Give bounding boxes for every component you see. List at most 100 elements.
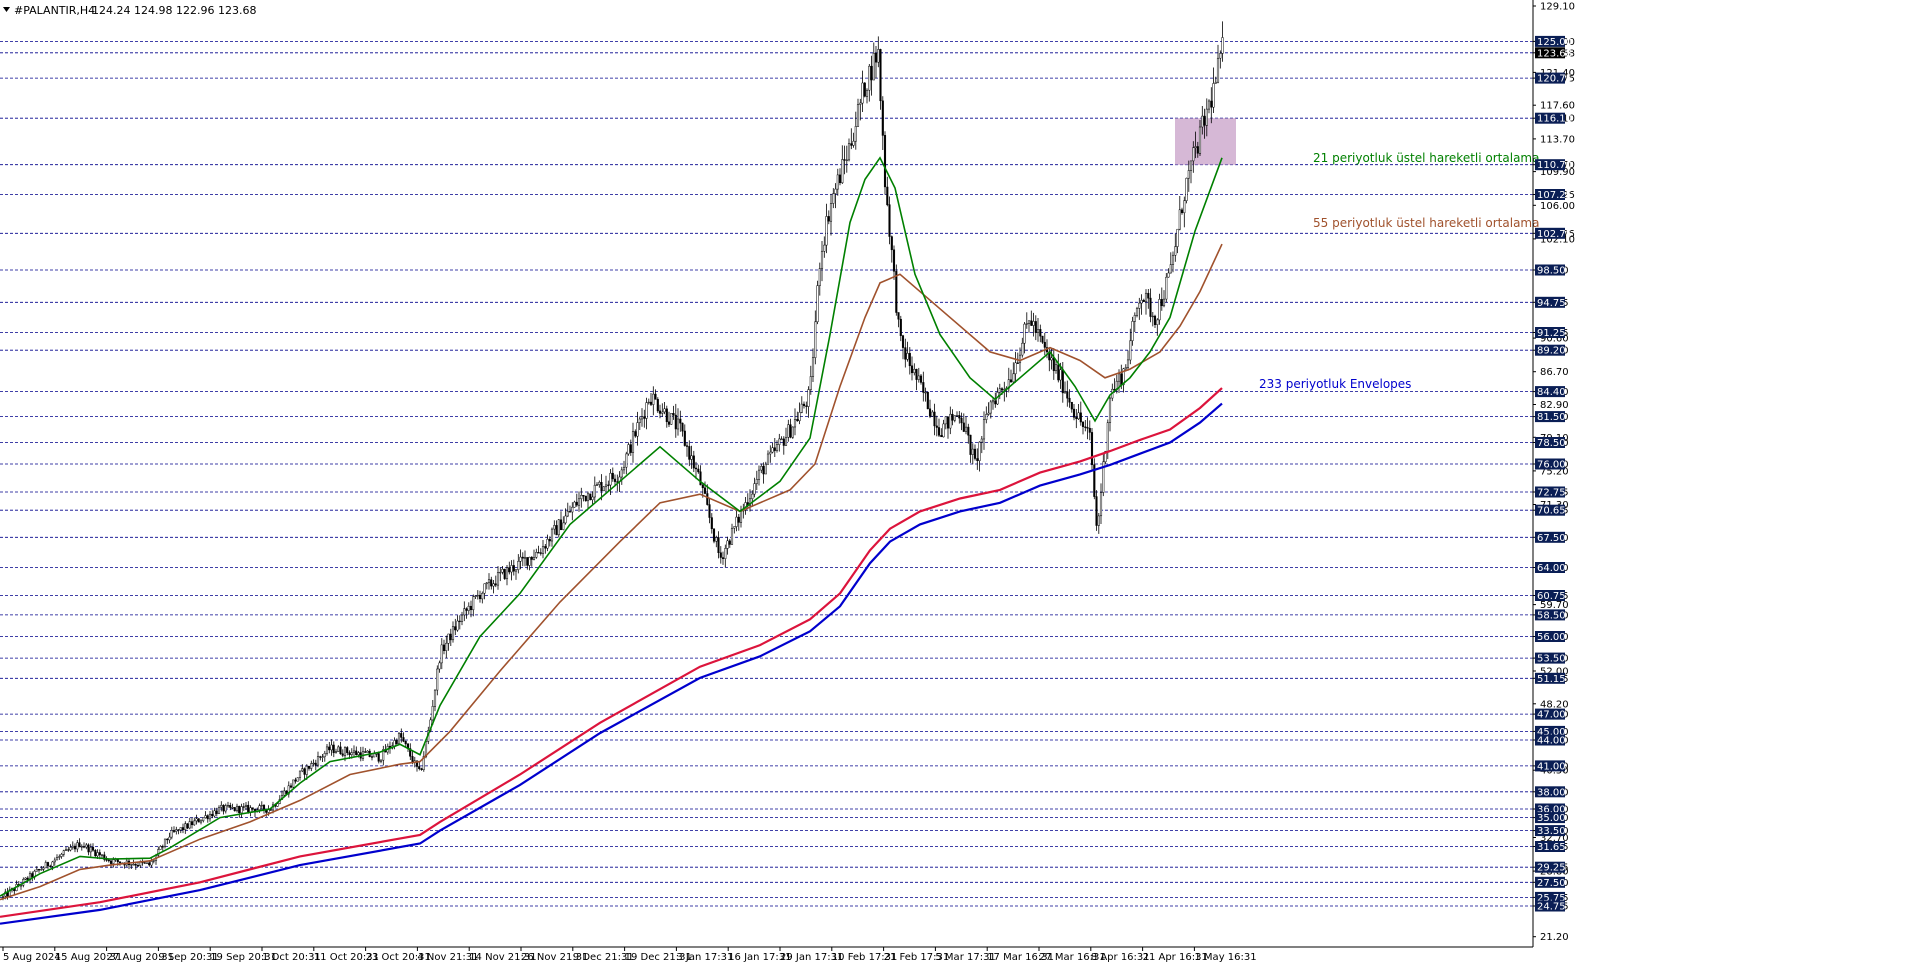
candle-body: [159, 846, 162, 850]
candle-body: [105, 859, 108, 861]
candle-body: [663, 408, 666, 413]
y-tick-label: 106.00: [1540, 201, 1575, 212]
candle-body: [645, 402, 648, 419]
level-label: 53.50: [1537, 654, 1566, 665]
candle-body: [755, 479, 758, 484]
level-label: 44.00: [1537, 736, 1566, 747]
candle-body: [85, 844, 88, 848]
candle-body: [310, 763, 313, 769]
candle-body: [357, 752, 360, 756]
candle-body: [980, 438, 983, 443]
price-chart[interactable]: 21 periyotluk üstel hareketli ortalama 5…: [0, 0, 1916, 963]
candle-body: [791, 426, 794, 438]
candle-body: [89, 847, 92, 853]
candle-body: [436, 668, 439, 691]
candle-body: [883, 135, 887, 188]
candle-body: [193, 820, 196, 826]
candle-body: [820, 250, 824, 269]
candle-body: [172, 830, 176, 832]
candle-body: [535, 552, 538, 558]
candle-body: [1014, 362, 1017, 375]
candle-body: [555, 525, 558, 536]
candle-body: [868, 65, 871, 91]
candle-body: [962, 422, 965, 432]
candle-body: [352, 750, 356, 753]
candle-body: [564, 515, 567, 524]
candle-body: [654, 393, 657, 400]
candle-body: [112, 859, 115, 864]
candle-body: [539, 552, 542, 554]
candle-body: [1212, 83, 1215, 108]
candle-body: [688, 446, 691, 460]
candle-body: [1192, 147, 1195, 162]
candle-body: [683, 430, 686, 446]
candle-body: [514, 569, 518, 572]
candle-body: [1075, 417, 1078, 420]
level-label: 125.00: [1537, 37, 1572, 48]
candle-body: [832, 193, 835, 204]
candle-body: [919, 375, 923, 383]
candle-body: [316, 756, 320, 766]
candle-body: [143, 862, 146, 864]
candle-body: [483, 583, 486, 594]
candle-body: [1021, 342, 1024, 356]
candle-body: [991, 400, 995, 403]
level-label: 110.70: [1537, 160, 1572, 171]
candle-body: [607, 484, 610, 486]
candle-body: [575, 501, 578, 506]
candle-body: [379, 759, 383, 762]
candle-body: [870, 65, 873, 81]
level-label: 107.25: [1537, 190, 1572, 201]
candle-body: [917, 375, 920, 380]
candle-body: [1174, 246, 1177, 256]
candle-body: [1162, 298, 1166, 307]
y-tick-label: 82.90: [1540, 400, 1569, 411]
candle-body: [532, 557, 536, 560]
candle-body: [1131, 321, 1134, 341]
candle-body: [24, 877, 27, 880]
candle-body: [924, 391, 927, 394]
candle-body: [469, 605, 473, 611]
candle-body: [418, 766, 421, 769]
candle-body: [685, 445, 689, 447]
candle-body: [805, 405, 808, 407]
candle-body: [431, 706, 434, 721]
candle-body: [1072, 408, 1076, 418]
candle-body: [148, 862, 151, 866]
candle-body: [170, 830, 173, 838]
candle-body: [370, 756, 374, 758]
candle-body: [238, 805, 241, 814]
candle-body: [771, 447, 774, 453]
candle-body: [735, 516, 738, 527]
candle-body: [521, 556, 524, 559]
candle-body: [136, 865, 140, 867]
candle-body: [438, 662, 441, 670]
candle-body: [1, 895, 5, 898]
candle-body: [1117, 373, 1121, 382]
candle-body: [964, 426, 968, 432]
level-label: 84.40: [1537, 387, 1566, 398]
candle-body: [613, 478, 617, 482]
candle-body: [726, 540, 729, 549]
candle-body: [940, 435, 943, 438]
candle-body: [622, 466, 626, 471]
candle-body: [854, 126, 857, 142]
candle-body: [811, 357, 815, 377]
candle-body: [283, 790, 286, 796]
candle-body: [861, 82, 864, 104]
candle-body: [296, 777, 299, 782]
candle-body: [793, 419, 797, 428]
candle-body: [1039, 329, 1042, 337]
candle-body: [1009, 379, 1013, 383]
candle-body: [892, 249, 896, 272]
candle-body: [1108, 397, 1112, 423]
candle-body: [886, 186, 889, 206]
candle-body: [953, 415, 956, 421]
candle-body: [53, 859, 56, 863]
candle-body: [955, 415, 959, 417]
candle-body: [987, 412, 990, 415]
candle-body: [1084, 426, 1087, 428]
candle-body: [289, 785, 293, 788]
candle-body: [1061, 369, 1064, 394]
candle-body: [519, 556, 522, 562]
